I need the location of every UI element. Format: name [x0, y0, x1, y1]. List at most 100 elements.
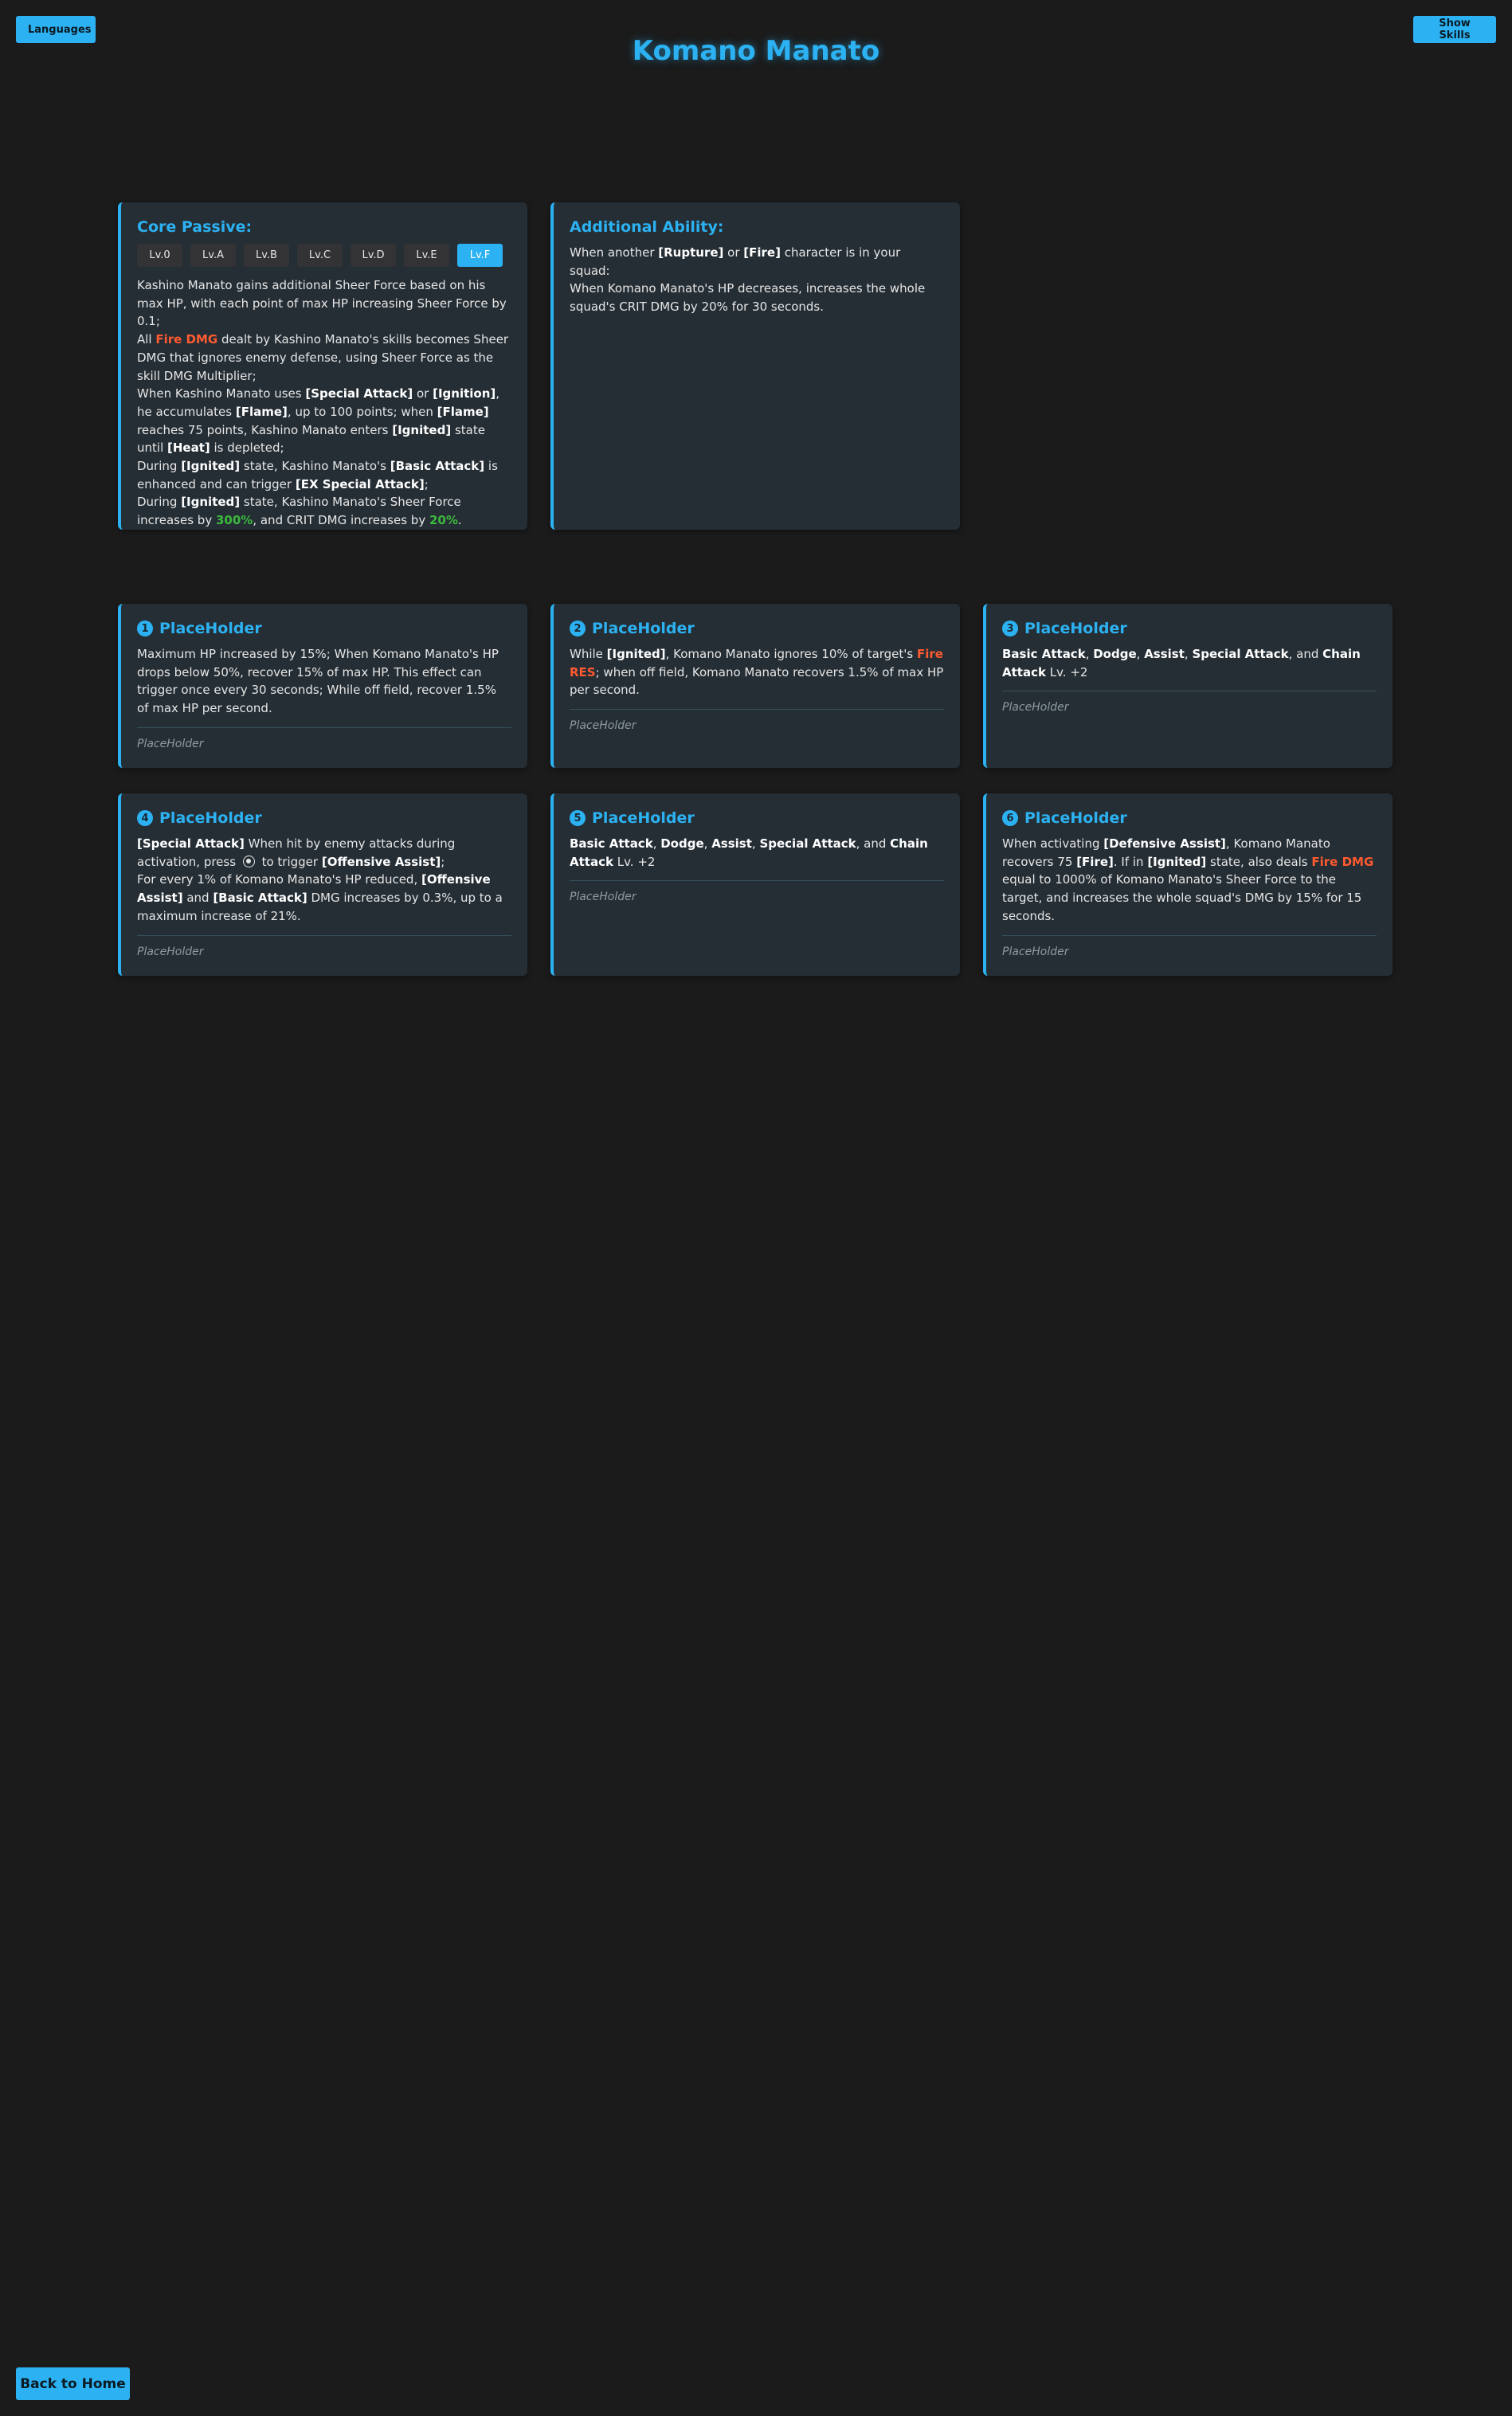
- level-selector: Lv.0 Lv.A Lv.B Lv.C Lv.D Lv.E Lv.F: [137, 244, 511, 267]
- keyword: [Ignited]: [181, 459, 241, 474]
- level-button-a[interactable]: Lv.A: [190, 244, 236, 267]
- cinema-footer: PlaceHolder: [1002, 945, 1069, 958]
- keyword: [Ignition]: [433, 386, 496, 401]
- keyword: [Flame]: [235, 404, 288, 419]
- keyword: Dodge: [660, 836, 704, 851]
- text: , and: [856, 836, 891, 851]
- text: , and: [1288, 647, 1323, 661]
- keyword: [Ignited]: [392, 422, 452, 437]
- passive-line: When Kashino Manato uses [Special Attack…: [137, 385, 511, 457]
- number-badge-icon: 1: [137, 621, 153, 636]
- keyword: [Rupture]: [658, 245, 724, 260]
- level-button-f[interactable]: Lv.F: [457, 244, 503, 267]
- keyword: [Heat]: [167, 441, 210, 456]
- text: Lv. +2: [613, 854, 656, 869]
- cinema-title: 1 PlaceHolder: [137, 620, 511, 637]
- ability-line: When another [Rupture] or [Fire] charact…: [570, 244, 944, 280]
- text: ,: [1085, 647, 1094, 661]
- cinema-footer: PlaceHolder: [570, 719, 637, 733]
- divider: [570, 880, 944, 882]
- cinema-footer: PlaceHolder: [137, 945, 204, 958]
- cinema-line: For every 1% of Komano Manato's HP reduc…: [137, 871, 511, 925]
- cinema-footer: PlaceHolder: [1002, 701, 1069, 715]
- back-to-home-button[interactable]: Back to Home: [16, 2367, 130, 2400]
- number-badge-icon: 5: [570, 810, 586, 826]
- keyword: Special Attack: [1192, 647, 1289, 661]
- cinema-card-2: 2 PlaceHolder While [Ignited], Komano Man…: [550, 604, 960, 768]
- cinema-title-text: PlaceHolder: [592, 809, 695, 827]
- text: ,: [703, 836, 712, 851]
- number-badge-icon: 3: [1002, 621, 1018, 636]
- level-button-0[interactable]: Lv.0: [137, 244, 182, 267]
- gamepad-button-icon: [242, 855, 255, 867]
- keyword: [Fire]: [1076, 854, 1114, 869]
- cinema-title-text: PlaceHolder: [592, 620, 695, 637]
- fire-dmg-keyword: Fire DMG: [155, 332, 218, 347]
- text: , and CRIT DMG increases by: [253, 513, 429, 528]
- number-badge-icon: 4: [137, 810, 153, 826]
- core-passive-title: Core Passive:: [137, 218, 253, 236]
- additional-ability-card: Additional Ability: When another [Ruptur…: [550, 202, 960, 530]
- keyword: [Basic Attack]: [213, 891, 307, 906]
- cinema-card-3: 3 PlaceHolder Basic Attack, Dodge, Assist…: [983, 604, 1393, 768]
- keyword: [EX Special Attack]: [295, 476, 425, 491]
- cinema-title: 3 PlaceHolder: [1002, 620, 1377, 637]
- keyword: [Ignited]: [181, 495, 241, 510]
- cinema-card-4: 4 PlaceHolder [Special Attack] When hit b…: [118, 793, 527, 976]
- divider: [137, 934, 511, 936]
- cinema-card-6: 6 PlaceHolder When activating [Defensive …: [983, 793, 1393, 976]
- level-button-c[interactable]: Lv.C: [297, 244, 343, 267]
- text: ,: [652, 836, 661, 851]
- keyword: Assist: [711, 836, 752, 851]
- cinema-line: [Special Attack] When hit by enemy attac…: [137, 835, 511, 871]
- level-button-b[interactable]: Lv.B: [244, 244, 289, 267]
- text: reaches 75 points, Kashino Manato enters: [137, 422, 393, 437]
- text: When another: [570, 245, 659, 260]
- cinema-title-text: PlaceHolder: [1024, 620, 1127, 637]
- text: or: [723, 245, 744, 260]
- cinema-footer: PlaceHolder: [570, 891, 637, 904]
- cinema-description: Basic Attack, Dodge, Assist, Special Att…: [1002, 645, 1377, 681]
- cinema-title: 4 PlaceHolder: [137, 809, 511, 827]
- text: is depleted;: [210, 441, 284, 456]
- text: state, also deals: [1206, 854, 1312, 869]
- level-button-d[interactable]: Lv.D: [351, 244, 396, 267]
- cinema-title-text: PlaceHolder: [1024, 809, 1127, 827]
- cinema-card-1: 1 PlaceHolder Maximum HP increased by 15%…: [118, 604, 527, 768]
- keyword: Basic Attack: [1002, 647, 1086, 661]
- keyword: Basic Attack: [570, 836, 653, 851]
- keyword: Assist: [1144, 647, 1185, 661]
- text: to trigger: [257, 854, 322, 869]
- divider: [570, 709, 944, 711]
- text: or: [413, 386, 433, 401]
- text: While: [570, 647, 607, 661]
- text: state, Kashino Manato's: [240, 459, 390, 474]
- cinema-title-text: PlaceHolder: [159, 620, 262, 637]
- text: Lv. +2: [1045, 664, 1088, 679]
- passive-line: All Fire DMG dealt by Kashino Manato's s…: [137, 331, 511, 385]
- additional-ability-title: Additional Ability:: [570, 218, 724, 236]
- keyword: [Basic Attack]: [390, 459, 485, 474]
- text: , Komano Manato ignores 10% of target's: [665, 647, 917, 661]
- level-button-e[interactable]: Lv.E: [404, 244, 449, 267]
- divider: [137, 726, 511, 728]
- text: During: [137, 459, 182, 474]
- keyword: [Defensive Assist]: [1103, 836, 1226, 851]
- text: When activating: [1002, 836, 1104, 851]
- keyword: [Special Attack]: [305, 386, 413, 401]
- ability-line: When Komano Manato's HP decreases, incre…: [570, 281, 926, 315]
- number-badge-icon: 2: [570, 621, 586, 636]
- cinema-card-5: 5 PlaceHolder Basic Attack, Dodge, Assist…: [550, 793, 960, 976]
- additional-ability-description: When another [Rupture] or [Fire] charact…: [570, 244, 944, 316]
- cinema-description: [Special Attack] When hit by enemy attac…: [137, 835, 511, 926]
- text: ,: [1136, 647, 1145, 661]
- buff-value: 300%: [215, 513, 253, 528]
- core-passive-card: Core Passive: Lv.0 Lv.A Lv.B Lv.C Lv.D L…: [118, 202, 527, 530]
- divider: [1002, 934, 1377, 936]
- text: ;: [441, 854, 445, 869]
- passive-line: Kashino Manato gains additional Sheer Fo…: [137, 278, 507, 329]
- fire-dmg-keyword: Fire DMG: [1311, 854, 1374, 869]
- text: For every 1% of Komano Manato's HP reduc…: [137, 872, 421, 887]
- text: .: [457, 513, 462, 528]
- text: ; when off field, Komano Manato recovers…: [570, 664, 944, 698]
